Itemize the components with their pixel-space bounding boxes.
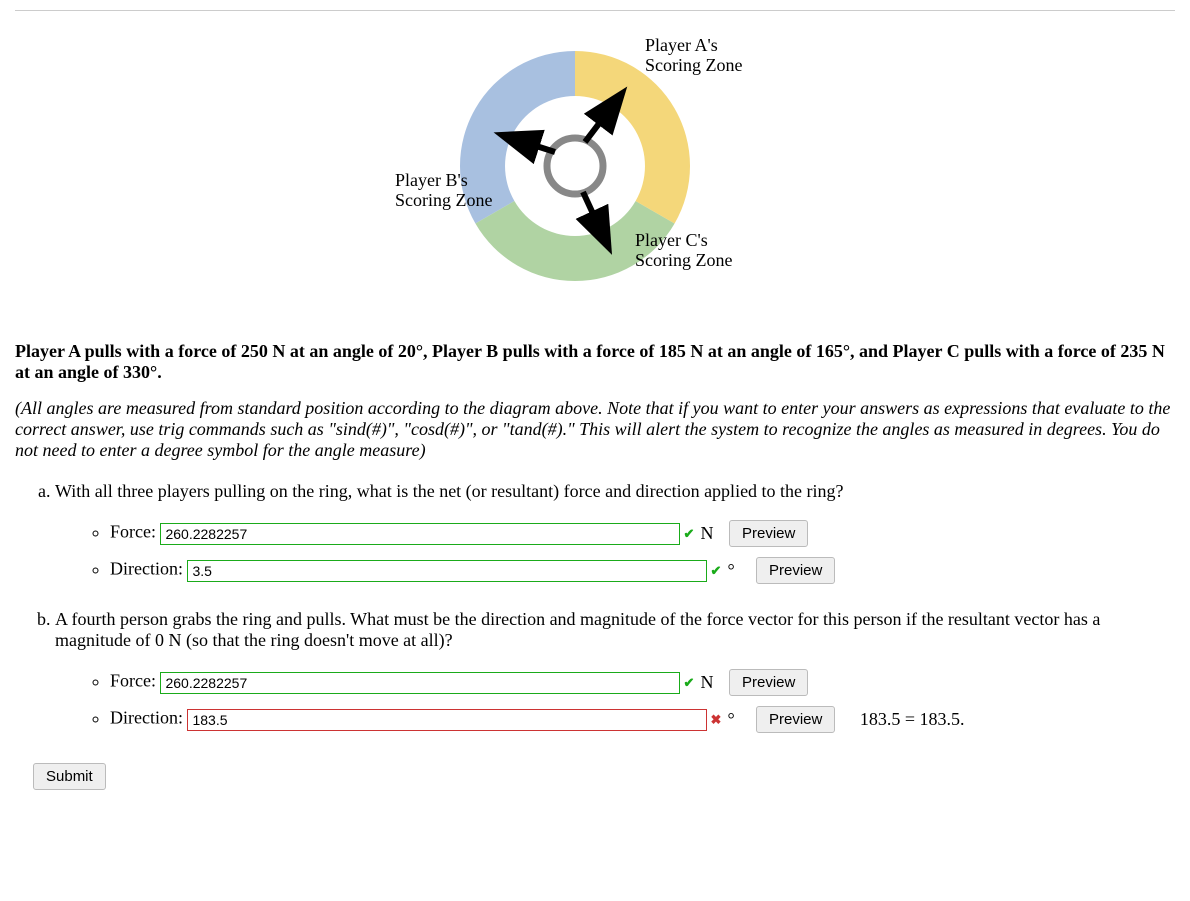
check-icon: ✔: [709, 563, 723, 579]
unit-degree: °: [727, 709, 745, 730]
unit-n: N: [700, 523, 718, 544]
part-b-force-row: Force: ✔ N Preview: [110, 669, 1175, 696]
question-list: With all three players pulling on the ri…: [15, 481, 1175, 733]
part-b-prompt: A fourth person grabs the ring and pulls…: [55, 609, 1100, 650]
preview-button[interactable]: Preview: [729, 669, 808, 696]
force-label: Force:: [110, 671, 156, 691]
force-label: Force:: [110, 522, 156, 542]
part-b-force-input[interactable]: [160, 672, 680, 694]
cross-icon: ✖: [709, 712, 723, 728]
problem-statement: Player A pulls with a force of 250 N at …: [15, 341, 1175, 383]
label-player-c: Player C's Scoring Zone: [635, 230, 732, 270]
part-b-direction-row: Direction: ✖ ° Preview 183.5 = 183.5.: [110, 706, 1175, 733]
check-icon: ✔: [682, 526, 696, 542]
preview-button[interactable]: Preview: [756, 557, 835, 584]
unit-degree: °: [727, 560, 745, 581]
instructions-text: (All angles are measured from standard p…: [15, 398, 1175, 461]
feedback-text: 183.5 = 183.5.: [860, 709, 965, 729]
scoring-zone-diagram: Player A's Scoring Zone Player B's Scori…: [15, 21, 1175, 311]
top-divider: [15, 10, 1175, 11]
check-icon: ✔: [682, 675, 696, 691]
part-a: With all three players pulling on the ri…: [55, 481, 1175, 584]
part-a-direction-input[interactable]: [187, 560, 707, 582]
label-player-a: Player A's Scoring Zone: [645, 35, 742, 75]
part-a-prompt: With all three players pulling on the ri…: [55, 481, 844, 501]
submit-button[interactable]: Submit: [33, 763, 106, 790]
part-b: A fourth person grabs the ring and pulls…: [55, 609, 1175, 733]
part-a-force-row: Force: ✔ N Preview: [110, 520, 1175, 547]
preview-button[interactable]: Preview: [756, 706, 835, 733]
direction-label: Direction:: [110, 559, 183, 579]
part-a-force-input[interactable]: [160, 523, 680, 545]
preview-button[interactable]: Preview: [729, 520, 808, 547]
part-b-direction-input[interactable]: [187, 709, 707, 731]
part-a-direction-row: Direction: ✔ ° Preview: [110, 557, 1175, 584]
unit-n: N: [700, 672, 718, 693]
direction-label: Direction:: [110, 708, 183, 728]
